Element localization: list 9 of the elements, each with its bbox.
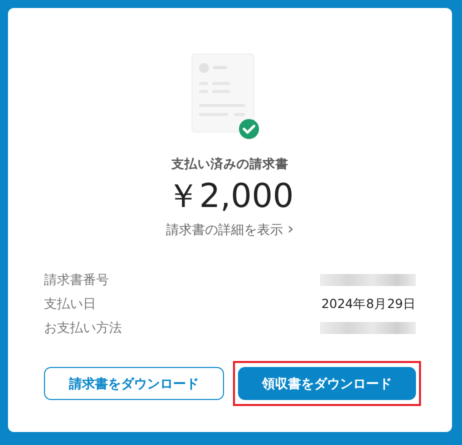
detail-label: 支払い日 [44, 296, 96, 313]
detail-label: 請求書番号 [44, 272, 109, 289]
download-button[interactable]: 領収書をダウンロード [238, 367, 416, 400]
detail-value: 2024年8月29日 [321, 296, 416, 312]
download-button[interactable]: 請求書をダウンロード [44, 367, 224, 400]
amount: ￥2,000 [166, 177, 294, 215]
detail-label: お支払い方法 [44, 320, 122, 337]
details-link[interactable]: 請求書の詳細を表示 › [166, 219, 294, 239]
status-title: 支払い済みの請求書 [172, 156, 288, 173]
